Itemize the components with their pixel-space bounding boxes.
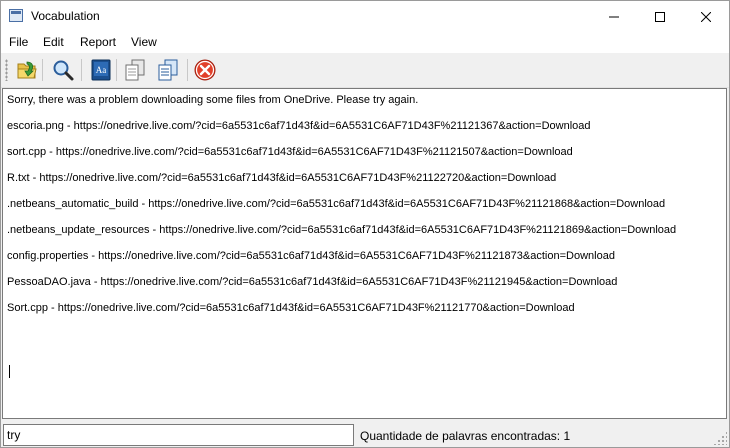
stop-button[interactable] <box>192 57 218 83</box>
text-caret <box>9 365 10 378</box>
paste-icon <box>158 59 178 81</box>
toolbar-separator <box>81 59 82 81</box>
resize-grip[interactable] <box>713 431 727 445</box>
output-line: PessoaDAO.java - https://onedrive.live.c… <box>7 276 618 288</box>
app-icon <box>9 9 23 22</box>
toolbar-separator <box>116 59 117 81</box>
search-input[interactable] <box>3 424 354 446</box>
output-line: escoria.png - https://onedrive.live.com/… <box>7 120 591 132</box>
status-text: Quantidade de palavras encontradas: 1 <box>360 429 571 443</box>
copy-button[interactable] <box>122 57 148 83</box>
copy-icon <box>125 59 145 81</box>
menu-report[interactable]: Report <box>80 35 116 49</box>
menu-view[interactable]: View <box>131 35 157 49</box>
output-text-area[interactable]: Sorry, there was a problem downloading s… <box>2 88 727 419</box>
toolbar-separator <box>187 59 188 81</box>
svg-text:Aa: Aa <box>96 65 107 75</box>
window-title: Vocabulation <box>31 9 100 23</box>
close-icon <box>701 11 711 22</box>
menu-file[interactable]: File <box>9 35 28 49</box>
menu-edit[interactable]: Edit <box>43 35 64 49</box>
open-folder-icon <box>17 61 37 79</box>
search-icon <box>53 60 74 81</box>
maximize-icon <box>655 11 665 22</box>
minimize-icon <box>609 16 619 17</box>
output-line: .netbeans_automatic_build - https://oned… <box>7 198 666 210</box>
output-line: config.properties - https://onedrive.liv… <box>7 250 615 262</box>
minimize-button[interactable] <box>591 1 637 32</box>
dictionary-icon: Aa <box>91 59 111 81</box>
title-bar: Vocabulation <box>1 1 729 32</box>
maximize-button[interactable] <box>637 1 683 32</box>
dictionary-button[interactable]: Aa <box>88 57 114 83</box>
toolbar-separator <box>42 59 43 81</box>
toolbar-grip[interactable] <box>5 59 8 81</box>
stop-icon <box>194 59 216 81</box>
output-line: Sort.cpp - https://onedrive.live.com/?ci… <box>7 302 575 314</box>
menu-bar: File Edit Report View <box>1 32 729 53</box>
output-line: Sorry, there was a problem downloading s… <box>7 94 419 106</box>
output-line: R.txt - https://onedrive.live.com/?cid=6… <box>7 172 557 184</box>
output-line: .netbeans_update_resources - https://one… <box>7 224 677 236</box>
search-button[interactable] <box>50 57 76 83</box>
open-button[interactable] <box>14 57 40 83</box>
paste-button[interactable] <box>155 57 181 83</box>
output-line: sort.cpp - https://onedrive.live.com/?ci… <box>7 146 573 158</box>
app-window: Vocabulation File Edit Report View Aa So… <box>0 0 730 448</box>
close-button[interactable] <box>683 1 729 32</box>
toolbar: Aa <box>1 53 729 88</box>
